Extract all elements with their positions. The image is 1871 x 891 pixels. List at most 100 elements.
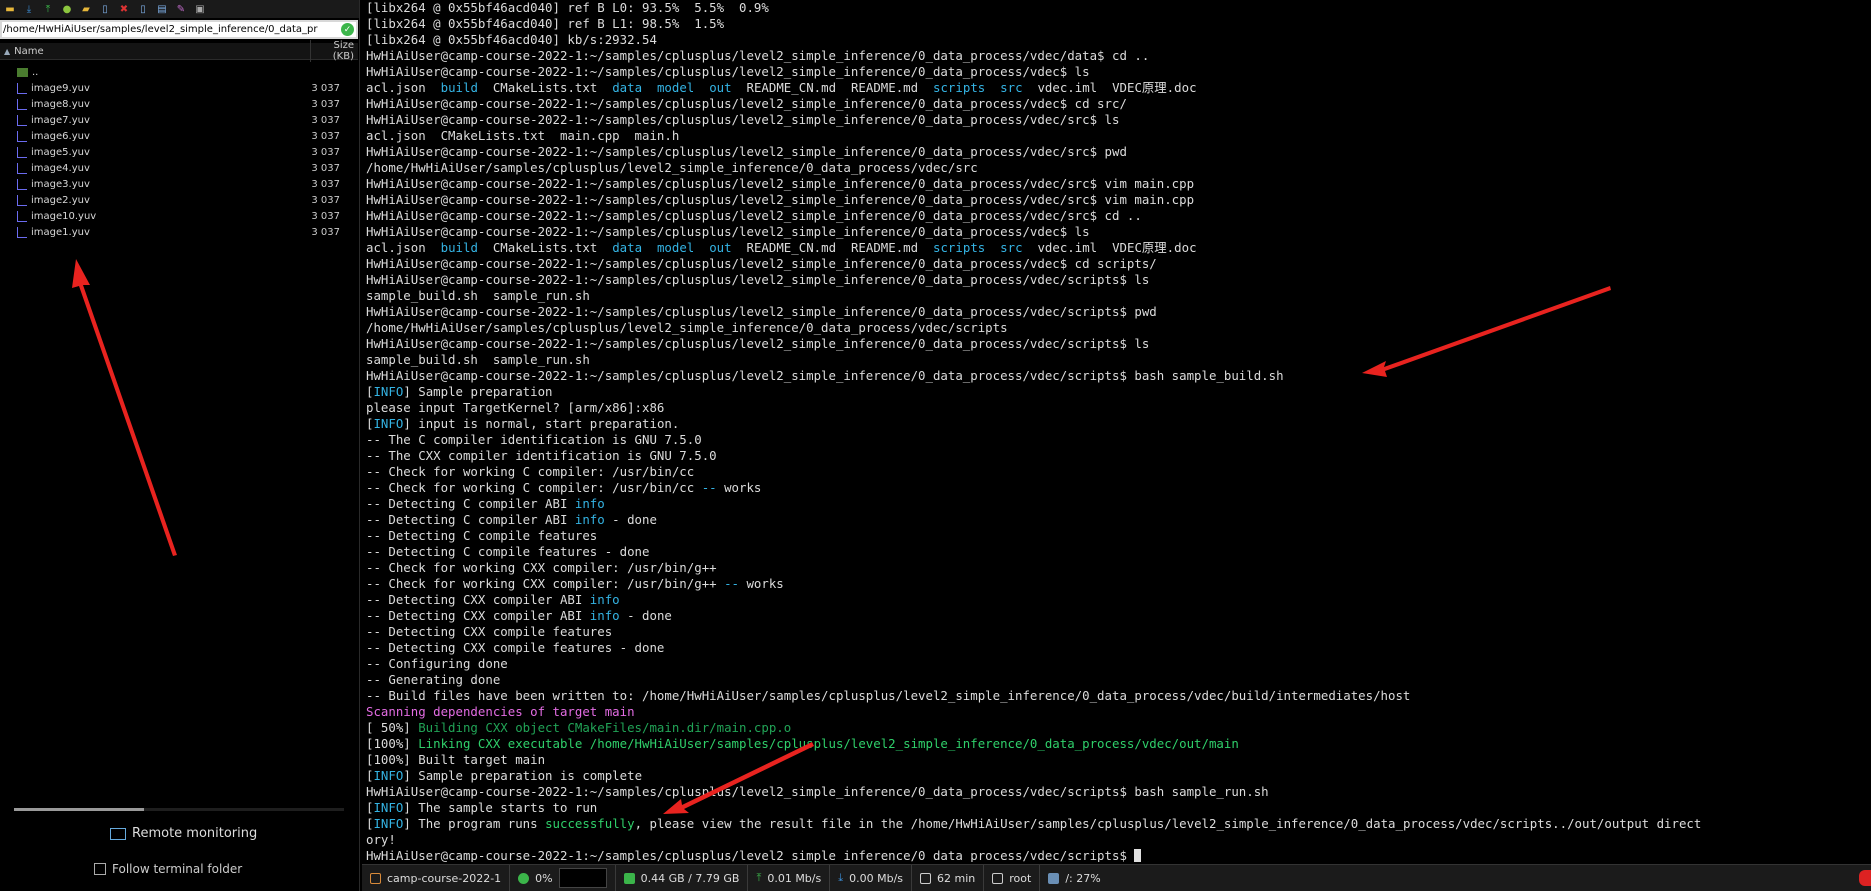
- refresh-icon[interactable]: ●: [59, 2, 75, 16]
- terminal-text: -- Detecting CXX compiler ABI: [366, 592, 590, 607]
- remote-monitoring-button[interactable]: Remote monitoring: [110, 826, 257, 841]
- terminal-line: [INFO] The sample starts to run: [366, 800, 1871, 816]
- list-item[interactable]: ..: [0, 64, 358, 80]
- terminal-text: - done: [604, 512, 657, 527]
- status-user[interactable]: root: [984, 865, 1041, 891]
- list-item[interactable]: image3.yuv 3 037: [0, 176, 358, 192]
- terminal-text: HwHiAiUser@camp-course-2022-1:~/samples/…: [366, 48, 1150, 63]
- status-upload[interactable]: ⤒ 0.01 Mb/s: [748, 865, 831, 891]
- folder-icon[interactable]: ▬: [2, 2, 18, 16]
- status-memory[interactable]: 0.44 GB / 7.79 GB: [616, 865, 749, 891]
- path-input[interactable]: [2, 24, 341, 35]
- file-size: 3 037: [311, 226, 340, 238]
- terminal-text: please input TargetKernel? [arm/x86]:x86: [366, 400, 665, 415]
- terminal-text: HwHiAiUser@camp-course-2022-1:~/samples/…: [366, 784, 1269, 799]
- status-download[interactable]: ⤓ 0.00 Mb/s: [830, 865, 913, 891]
- list-item[interactable]: image8.yuv 3 037: [0, 96, 358, 112]
- terminal-line: /home/HwHiAiUser/samples/cplusplus/level…: [366, 160, 1871, 176]
- column-header-size[interactable]: Size (KB): [310, 40, 358, 62]
- path-confirm-icon[interactable]: ✓: [341, 23, 354, 36]
- path-bar: ✓: [0, 20, 358, 39]
- terminal-text: INFO: [373, 816, 404, 831]
- terminal-line: [100%] Built target main: [366, 752, 1871, 768]
- file-icon: [17, 162, 27, 174]
- terminal-line: HwHiAiUser@camp-course-2022-1:~/samples/…: [366, 336, 1871, 352]
- terminal-text: [libx264 @ 0x55bf46acd040] ref B L1: 98.…: [366, 16, 725, 31]
- list-item[interactable]: image4.yuv 3 037: [0, 160, 358, 176]
- file-name: image7.yuv: [31, 114, 90, 126]
- list-item[interactable]: image5.yuv 3 037: [0, 144, 358, 160]
- terminal-line: please input TargetKernel? [arm/x86]:x86: [366, 400, 1871, 416]
- status-host[interactable]: camp-course-2022-1: [362, 865, 511, 891]
- list-item[interactable]: image10.yuv 3 037: [0, 208, 358, 224]
- terminal-line: HwHiAiUser@camp-course-2022-1:~/samples/…: [366, 64, 1871, 80]
- terminal-text: --: [701, 480, 717, 495]
- list-item[interactable]: image9.yuv 3 037: [0, 80, 358, 96]
- list-item[interactable]: image7.yuv 3 037: [0, 112, 358, 128]
- edit-icon[interactable]: ▯: [135, 2, 151, 16]
- terminal-text: works: [739, 576, 784, 591]
- terminal-line: acl.json CMakeLists.txt main.cpp main.h: [366, 128, 1871, 144]
- terminal-line: HwHiAiUser@camp-course-2022-1:~/samples/…: [366, 784, 1871, 800]
- follow-terminal-checkbox[interactable]: [94, 863, 106, 875]
- horizontal-scrollbar-thumb[interactable]: [14, 808, 144, 811]
- file-size: 3 037: [311, 210, 340, 222]
- download-arrow-icon: ⤓: [838, 871, 844, 884]
- terminal-text: model: [656, 80, 695, 95]
- file-name: image10.yuv: [31, 210, 97, 222]
- monitor-icon: [110, 827, 126, 840]
- terminal-line: -- Detecting CXX compiler ABI info: [366, 592, 1871, 608]
- terminal-line: HwHiAiUser@camp-course-2022-1:~/samples/…: [366, 176, 1871, 192]
- terminal-line: HwHiAiUser@camp-course-2022-1:~/samples/…: [366, 304, 1871, 320]
- terminal-line: HwHiAiUser@camp-course-2022-1:~/samples/…: [366, 224, 1871, 240]
- properties-icon[interactable]: ▤: [154, 2, 170, 16]
- terminal-text: Linking CXX executable /home/HwHiAiUser/…: [418, 736, 1239, 751]
- close-icon[interactable]: [1859, 870, 1871, 886]
- terminal-text: [ 50%]: [366, 720, 419, 735]
- new-file-icon[interactable]: ▯: [97, 2, 113, 16]
- terminal-text: -- Check for working C compiler: /usr/bi…: [366, 464, 695, 479]
- terminal-line: -- Detecting C compiler ABI info: [366, 496, 1871, 512]
- terminal-line: -- The CXX compiler identification is GN…: [366, 448, 1871, 464]
- terminal-output[interactable]: [libx264 @ 0x55bf46acd040] ref B L0: 93.…: [366, 0, 1871, 862]
- new-folder-icon[interactable]: ▰: [78, 2, 94, 16]
- terminal-text: src: [1000, 240, 1023, 255]
- status-disk[interactable]: /: 27%: [1040, 865, 1108, 891]
- terminal-text: -- The C compiler identification is GNU …: [366, 432, 702, 447]
- terminal-line: [ 50%] Building CXX object CMakeFiles/ma…: [366, 720, 1871, 736]
- upload-icon[interactable]: ⤒: [40, 2, 56, 16]
- column-header-name[interactable]: ▲ Name: [0, 46, 310, 57]
- tools-icon[interactable]: ✎: [173, 2, 189, 16]
- file-icon: [17, 82, 27, 94]
- terminal-text: build: [440, 80, 478, 95]
- host-name: camp-course-2022-1: [387, 871, 502, 885]
- list-item[interactable]: image2.yuv 3 037: [0, 192, 358, 208]
- download-icon[interactable]: ⤓: [21, 2, 37, 16]
- terminal-text: --: [724, 576, 739, 591]
- terminal-line: -- Generating done: [366, 672, 1871, 688]
- terminal-line: Scanning dependencies of target main: [366, 704, 1871, 720]
- list-item[interactable]: image6.yuv 3 037: [0, 128, 358, 144]
- status-uptime[interactable]: 62 min: [912, 865, 985, 891]
- follow-terminal-option[interactable]: Follow terminal folder: [94, 862, 242, 876]
- cpu-usage: 0%: [535, 871, 553, 885]
- status-cpu[interactable]: 0%: [510, 865, 616, 891]
- list-item[interactable]: image1.yuv 3 037: [0, 224, 358, 240]
- terminal-text: -- Detecting CXX compiler ABI: [366, 608, 590, 623]
- file-name: image1.yuv: [31, 226, 90, 238]
- file-name: image9.yuv: [31, 82, 90, 94]
- terminal-text: HwHiAiUser@camp-course-2022-1:~/samples/…: [366, 304, 1157, 319]
- terminal-icon[interactable]: ▣: [192, 2, 208, 16]
- file-icon: [17, 114, 27, 126]
- terminal-text: HwHiAiUser@camp-course-2022-1:~/samples/…: [366, 368, 1284, 383]
- delete-icon[interactable]: ✖: [116, 2, 132, 16]
- user-icon: [992, 872, 1004, 884]
- terminal-text: INFO: [373, 416, 404, 431]
- terminal-text: HwHiAiUser@camp-course-2022-1:~/samples/…: [366, 256, 1157, 271]
- terminal-line: -- Detecting CXX compile features - done: [366, 640, 1871, 656]
- terminal-line: [INFO] Sample preparation: [366, 384, 1871, 400]
- download-speed: 0.00 Mb/s: [849, 871, 904, 885]
